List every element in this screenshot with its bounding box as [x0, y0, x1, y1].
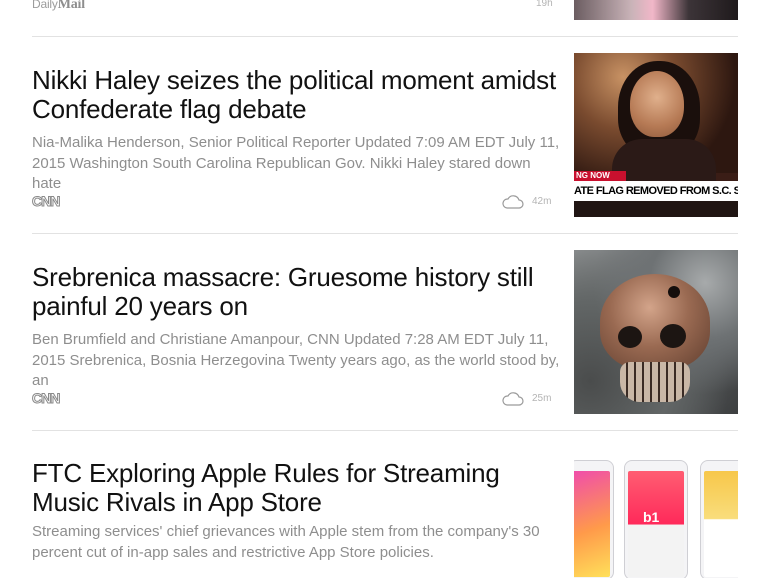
- thumbnail-face: [630, 71, 684, 137]
- beats1-badge: b1: [643, 509, 660, 525]
- story-partial[interactable]: DailyMail 19h: [0, 0, 770, 36]
- story-title[interactable]: Nikki Haley seizes the political moment …: [32, 66, 562, 124]
- divider: [32, 36, 738, 37]
- divider: [32, 430, 738, 431]
- thumbnail-eye-socket: [618, 326, 642, 348]
- story-thumbnail[interactable]: [574, 0, 738, 20]
- source-logo-cnn: CNN: [31, 193, 60, 210]
- source-logo-cnn: CNN: [31, 390, 60, 407]
- thumbnail-teeth: [620, 362, 690, 402]
- story-time: 19h: [536, 0, 553, 9]
- thumbnail-phone: [700, 460, 738, 578]
- thumbnail-phone: [574, 460, 614, 578]
- story-summary: Nia-Malika Henderson, Senior Political R…: [32, 134, 560, 192]
- icloud-icon[interactable]: [502, 195, 524, 209]
- source-logo-daily: Daily: [32, 0, 58, 11]
- source-logo-mail: Mail: [57, 0, 85, 12]
- story-thumbnail[interactable]: NG NOW ATE FLAG REMOVED FROM S.C. STATEH…: [574, 53, 738, 217]
- thumbnail-skull: [600, 274, 710, 370]
- thumbnail-phone: b1: [624, 460, 688, 578]
- thumbnail-bottom-bar: [574, 201, 738, 217]
- phone-screen: [574, 471, 610, 577]
- story-title[interactable]: FTC Exploring Apple Rules for Streaming …: [32, 459, 562, 517]
- story-summary: Ben Brumfield and Christiane Amanpour, C…: [32, 331, 560, 389]
- story-thumbnail[interactable]: b1: [574, 460, 738, 578]
- thumbnail-news-banner: ATE FLAG REMOVED FROM S.C. STATEHOUSE: [574, 181, 738, 201]
- divider: [32, 233, 738, 234]
- thumbnail-skull-hole: [668, 286, 680, 298]
- news-feed: DailyMail 19h Nikki Haley seizes the pol…: [0, 0, 770, 578]
- story-thumbnail[interactable]: [574, 250, 738, 414]
- phone-screen: [704, 471, 738, 577]
- story-time: 25m: [532, 393, 552, 404]
- story-time: 42m: [532, 196, 552, 207]
- story-summary: Streaming services' chief grievances wit…: [32, 523, 540, 561]
- thumbnail-eye-socket: [660, 324, 686, 348]
- icloud-icon[interactable]: [502, 392, 524, 406]
- source-logo-daily-mail: DailyMail: [32, 0, 85, 13]
- thumbnail-live-tag: NG NOW: [574, 171, 626, 181]
- story-title[interactable]: Srebrenica massacre: Gruesome history st…: [32, 263, 562, 321]
